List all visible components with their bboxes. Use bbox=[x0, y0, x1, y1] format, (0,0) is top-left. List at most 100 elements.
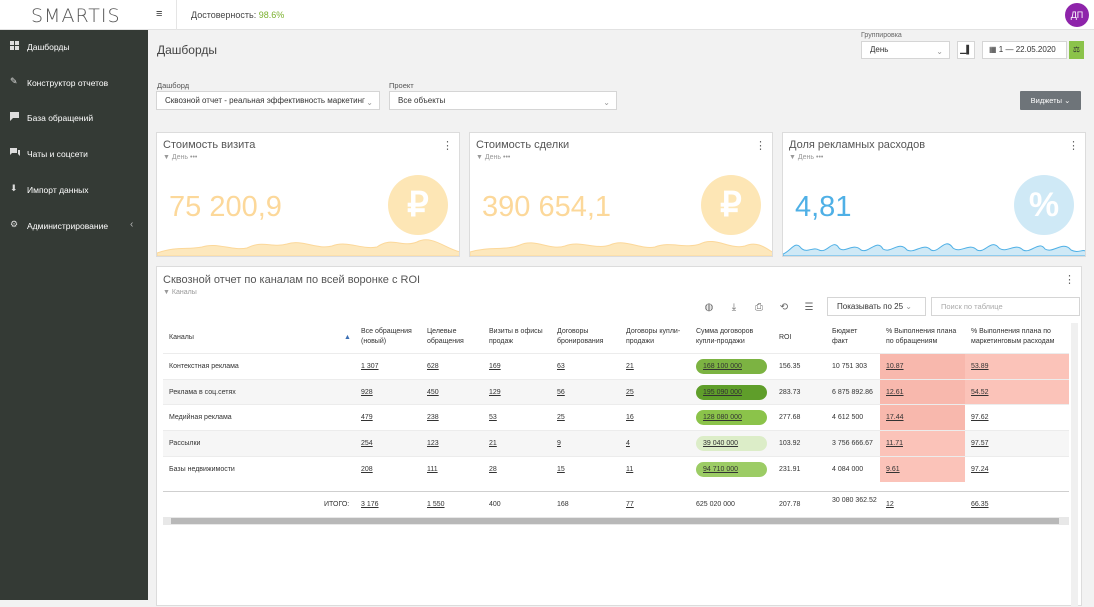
table-cell[interactable]: 97.57 bbox=[971, 431, 989, 457]
table-cell[interactable]: 1 307 bbox=[361, 354, 379, 380]
total-cell[interactable]: 1 550 bbox=[427, 492, 445, 518]
chart-type-button[interactable]: ▁▌ bbox=[957, 41, 975, 59]
chats-icon bbox=[10, 148, 20, 157]
more-icon[interactable]: ••• bbox=[816, 154, 823, 161]
table-cell[interactable]: 628 bbox=[427, 354, 439, 380]
vertical-scrollbar[interactable] bbox=[1071, 323, 1078, 607]
table-cell[interactable]: 17.44 bbox=[886, 405, 904, 431]
table-cell: 156.35 bbox=[779, 363, 801, 370]
column-header[interactable]: % Выполнения плана по обращениям bbox=[886, 323, 964, 353]
column-header[interactable]: Целевые обращения bbox=[427, 323, 477, 353]
table-cell[interactable]: 21 bbox=[489, 431, 497, 457]
sum-pill[interactable]: 128 080 000 bbox=[696, 410, 767, 426]
total-cell[interactable]: 3 176 bbox=[361, 492, 379, 518]
column-header[interactable]: Договоры купли-продажи bbox=[626, 323, 688, 353]
grouping-select[interactable]: День ⌄ bbox=[861, 41, 950, 59]
download-icon: ⬇ bbox=[10, 183, 18, 193]
total-cell[interactable]: 66.35 bbox=[971, 492, 989, 518]
column-header[interactable]: Каналы bbox=[169, 323, 349, 353]
table-cell[interactable]: 129 bbox=[489, 380, 501, 406]
table-cell[interactable]: 238 bbox=[427, 405, 439, 431]
total-cell[interactable]: 77 bbox=[626, 492, 634, 518]
sum-pill[interactable]: 195 090 000 bbox=[696, 384, 767, 400]
table-cell[interactable]: 208 bbox=[361, 457, 373, 483]
table-cell[interactable]: 12.61 bbox=[886, 380, 904, 406]
table-cell[interactable]: 15 bbox=[557, 457, 565, 483]
menu-icon[interactable]: ≡ bbox=[156, 8, 162, 20]
scrollbar-thumb[interactable] bbox=[171, 518, 1059, 524]
table-cell[interactable]: 97.24 bbox=[971, 457, 989, 483]
table-cell[interactable]: 9.61 bbox=[886, 457, 900, 483]
dashboard-select[interactable]: Сквозной отчет - реальная эффективность … bbox=[156, 91, 380, 110]
table-cell[interactable]: 10.87 bbox=[886, 354, 904, 380]
balance-button[interactable]: ⚖ bbox=[1069, 41, 1084, 59]
filter-icon: ▼ bbox=[163, 289, 170, 296]
total-label: ИТОГО: bbox=[324, 501, 350, 508]
table-cell[interactable]: 928 bbox=[361, 380, 373, 406]
table-cell[interactable]: 479 bbox=[361, 405, 373, 431]
sidebar-item-admin[interactable]: ⚙ Администрирование ‹ bbox=[0, 216, 148, 236]
table-cell[interactable]: 97.62 bbox=[971, 405, 989, 431]
kebab-menu-icon[interactable]: ⋮ bbox=[1068, 139, 1079, 152]
table-cell[interactable]: 450 bbox=[427, 380, 439, 406]
table-cell[interactable]: 53 bbox=[489, 405, 497, 431]
table-cell[interactable]: 169 bbox=[489, 354, 501, 380]
table-cell[interactable]: 111 bbox=[427, 457, 438, 483]
column-header[interactable]: Бюджет факт bbox=[832, 323, 872, 353]
page-size-select[interactable]: Показывать по 25 ⌄ bbox=[827, 297, 926, 316]
sum-pill[interactable]: 168 100 000 bbox=[696, 359, 767, 374]
print-icon[interactable]: ⎙ bbox=[753, 302, 765, 314]
column-header[interactable]: % Выполнения плана по маркетинговым расх… bbox=[971, 323, 1067, 353]
total-cell[interactable]: 12 bbox=[886, 492, 894, 518]
kebab-menu-icon[interactable]: ⋮ bbox=[1064, 273, 1075, 286]
sidebar-item-dashboards[interactable]: Дашборды bbox=[0, 37, 148, 57]
brand-logo[interactable]: SMARTIS bbox=[31, 5, 121, 27]
table-cell[interactable]: 54.52 bbox=[971, 380, 989, 406]
sum-pill[interactable]: 94 710 000 bbox=[696, 461, 767, 477]
widgets-button[interactable]: Виджеты ⌄ bbox=[1020, 91, 1081, 110]
avatar[interactable]: ДП bbox=[1065, 3, 1089, 27]
sidebar-item-chats[interactable]: Чаты и соцсети bbox=[0, 144, 148, 164]
kebab-menu-icon[interactable]: ⋮ bbox=[442, 139, 453, 152]
table-cell[interactable]: 11.71 bbox=[886, 431, 903, 457]
table-cell[interactable]: 123 bbox=[427, 431, 439, 457]
sidebar-item-report-builder[interactable]: ✎ Конструктор отчетов bbox=[0, 73, 148, 93]
table-cell[interactable]: 25 bbox=[626, 380, 634, 406]
column-header[interactable]: Визиты в офисы продаж bbox=[489, 323, 547, 353]
more-icon[interactable]: ••• bbox=[190, 154, 197, 161]
date-range-picker[interactable]: ▦ 1 — 22.05.2020 bbox=[982, 41, 1067, 59]
table-cell[interactable]: 25 bbox=[557, 405, 565, 431]
sum-pill[interactable]: 39 040 000 bbox=[696, 436, 767, 452]
table-cell[interactable]: 16 bbox=[626, 405, 634, 431]
column-header[interactable]: ROI bbox=[779, 323, 819, 353]
kpi-title: Доля рекламных расходов bbox=[789, 139, 926, 151]
more-icon[interactable]: ••• bbox=[503, 154, 510, 161]
table-cell[interactable]: 56 bbox=[557, 380, 565, 406]
table-cell[interactable]: 254 bbox=[361, 431, 373, 457]
kebab-menu-icon[interactable]: ⋮ bbox=[755, 139, 766, 152]
columns-icon[interactable]: ☰ bbox=[803, 302, 815, 314]
transpose-icon[interactable]: ⟲ bbox=[778, 302, 790, 314]
table-cell[interactable]: 63 bbox=[557, 354, 565, 380]
palette-icon[interactable]: ◍ bbox=[703, 302, 715, 314]
reliability-label: Достоверность: bbox=[191, 10, 257, 20]
table-cell[interactable]: 53.89 bbox=[971, 354, 989, 380]
table-cell[interactable]: 4 bbox=[626, 431, 630, 457]
report-table-card: Сквозной отчет по каналам по всей воронк… bbox=[156, 266, 1082, 607]
column-header[interactable]: Все обращения (новый) bbox=[361, 323, 421, 353]
sort-asc-icon[interactable]: ▲ bbox=[344, 323, 354, 353]
column-header[interactable]: Договоры бронирования bbox=[557, 323, 613, 353]
kpi-value: 390 654,1 bbox=[482, 191, 612, 223]
table-cell[interactable]: 11 bbox=[626, 457, 633, 483]
column-header[interactable]: Сумма договоров купли-продажи bbox=[696, 323, 766, 353]
channel-name: Реклама в соц.сетях bbox=[169, 388, 236, 396]
table-cell[interactable]: 9 bbox=[557, 431, 561, 457]
download-icon[interactable]: ⤓ bbox=[728, 302, 740, 314]
sidebar-item-requests-base[interactable]: База обращений bbox=[0, 108, 148, 128]
sidebar-item-import[interactable]: ⬇ Импорт данных bbox=[0, 180, 148, 200]
project-select[interactable]: Все объекты ⌄ bbox=[389, 91, 617, 110]
horizontal-scrollbar[interactable] bbox=[163, 517, 1069, 525]
table-cell[interactable]: 28 bbox=[489, 457, 497, 483]
table-search-input[interactable]: Поиск по таблице bbox=[931, 297, 1080, 316]
table-cell[interactable]: 21 bbox=[626, 354, 634, 380]
